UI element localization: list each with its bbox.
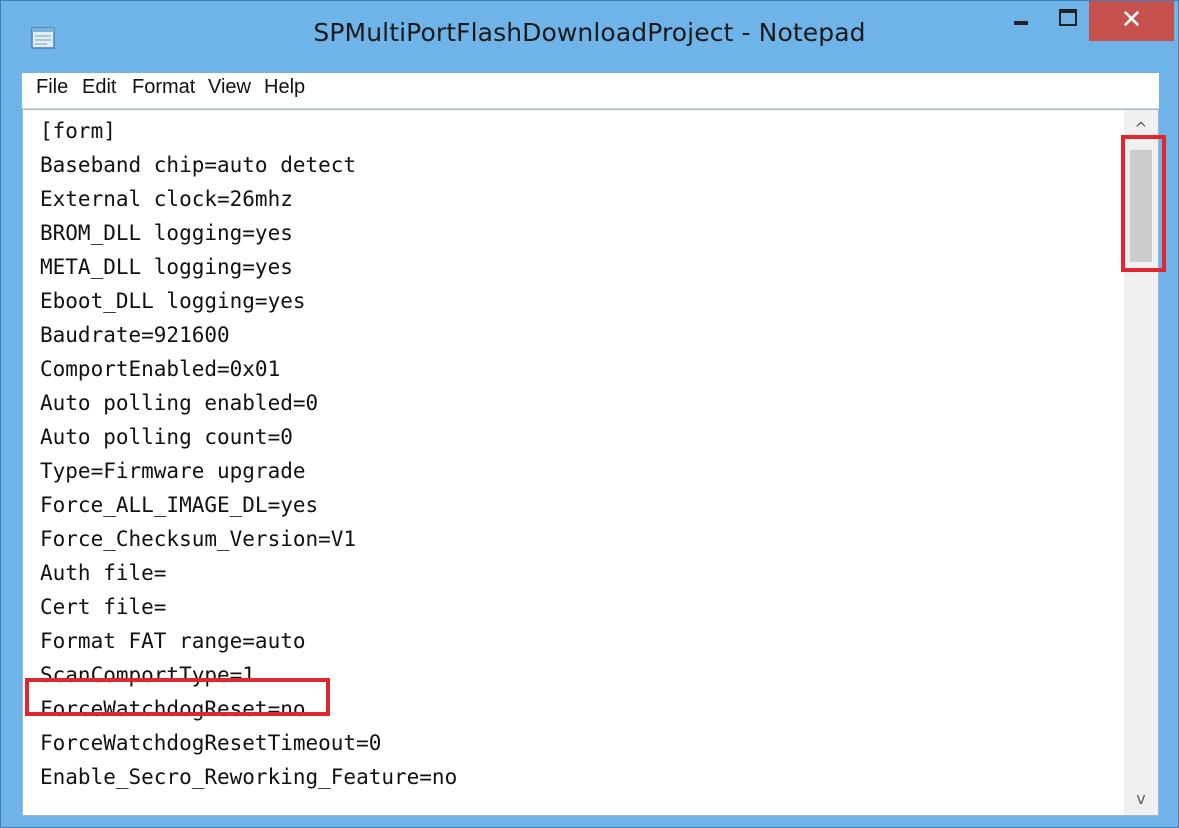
minimize-button[interactable] — [1003, 1, 1043, 41]
text-editor[interactable]: [form] Baseband chip=auto detect Externa… — [22, 109, 1159, 816]
close-icon: ✕ — [1120, 5, 1143, 35]
text-line: Eboot_DLL logging=yes — [40, 289, 306, 313]
text-line: Force_Checksum_Version=V1 — [40, 527, 357, 551]
text-line: Enable_Secro_Reworking_Feature=no — [40, 765, 458, 789]
text-line: Force_ALL_IMAGE_DL=yes — [40, 493, 319, 517]
text-line: Baudrate=921600 — [40, 323, 230, 347]
text-line: Auth file= — [40, 561, 167, 585]
text-line: Auto polling count=0 — [40, 425, 293, 449]
text-line: [form] — [40, 119, 116, 143]
close-button[interactable]: ✕ — [1089, 1, 1174, 41]
text-line: Baseband chip=auto detect — [40, 153, 357, 177]
maximize-icon — [1059, 9, 1077, 26]
scrollbar-highlight — [1121, 135, 1166, 272]
maximize-button[interactable] — [1047, 1, 1087, 41]
text-line: ComportEnabled=0x01 — [40, 357, 281, 381]
menu-bar: File Edit Format View Help — [22, 73, 1159, 109]
menu-edit[interactable]: Edit — [82, 76, 116, 99]
text-line: BROM_DLL logging=yes — [40, 221, 293, 245]
text-line: Format FAT range=auto — [40, 629, 306, 653]
menu-file[interactable]: File — [36, 76, 68, 99]
text-line: External clock=26mhz — [40, 187, 293, 211]
menu-help[interactable]: Help — [264, 76, 305, 99]
scroll-down-arrow-icon[interactable]: v — [1124, 782, 1158, 815]
menu-view[interactable]: View — [208, 76, 251, 99]
minimize-icon — [1014, 21, 1028, 25]
text-line: ForceWatchdogResetTimeout=0 — [40, 731, 382, 755]
title-bar[interactable]: SPMultiPortFlashDownloadProject - Notepa… — [1, 1, 1178, 73]
notepad-window: SPMultiPortFlashDownloadProject - Notepa… — [0, 0, 1179, 828]
text-line: Auto polling enabled=0 — [40, 391, 319, 415]
window-title: SPMultiPortFlashDownloadProject - Notepa… — [313, 18, 866, 47]
text-line: META_DLL logging=yes — [40, 255, 293, 279]
scancomport-highlight — [25, 678, 330, 716]
text-line: Type=Firmware upgrade — [40, 459, 306, 483]
menu-format[interactable]: Format — [132, 76, 195, 99]
text-line: Cert file= — [40, 595, 167, 619]
